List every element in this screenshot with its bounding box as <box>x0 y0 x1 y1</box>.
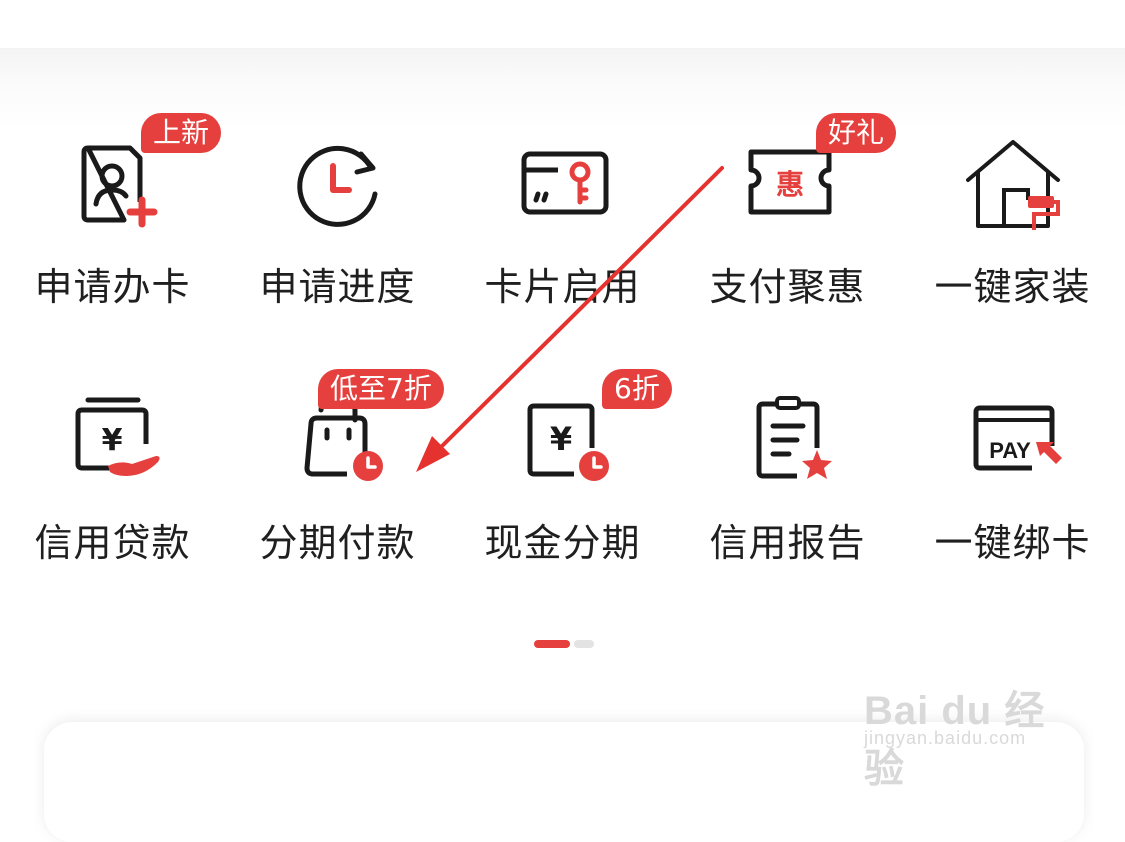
loan-hand-icon: ¥ <box>75 397 160 476</box>
menu-item-label: 申请办卡 <box>34 265 191 309</box>
menu-item-label: 一键绑卡 <box>934 521 1091 565</box>
menu-item-card-activation[interactable]: 卡片启用 <box>450 140 675 370</box>
menu-item-home-decoration[interactable]: 一键家装 <box>900 140 1125 370</box>
top-strip <box>0 0 1125 48</box>
discount-badge: 低至7折 <box>318 369 444 409</box>
menu-item-credit-loan[interactable]: ¥ 信用贷款 <box>0 396 225 626</box>
menu-item-label: 信用报告 <box>709 521 866 565</box>
gift-badge: 好礼 <box>816 113 897 153</box>
menu-item-label: 申请进度 <box>259 265 416 309</box>
menu-item-label: 分期付款 <box>259 521 416 565</box>
menu-item-apply-card[interactable]: 申请办卡 <box>0 140 225 370</box>
menu-item-cash-installment[interactable]: ¥ 现金分期 <box>450 396 675 626</box>
menu-item-credit-report[interactable]: 信用报告 <box>675 396 900 626</box>
house-paint-icon <box>965 140 1060 230</box>
menu-item-label: 卡片启用 <box>484 265 641 309</box>
menu-item-label: 支付聚惠 <box>709 265 866 309</box>
menu-item-label: 一键家装 <box>934 265 1091 309</box>
page-dot-active[interactable] <box>534 640 570 648</box>
pay-text: PAY <box>989 438 1031 463</box>
baidu-watermark: Bai du 经验 jingyan.baidu.com <box>858 656 1068 791</box>
menu-item-payment-deals[interactable]: 惠 支付聚惠 <box>675 140 900 370</box>
discount-badge: 6折 <box>602 369 672 409</box>
new-badge: 上新 <box>141 113 222 153</box>
menu-item-label: 现金分期 <box>484 521 641 565</box>
menu-item-installment-payment[interactable]: 分期付款 <box>225 396 450 626</box>
menu-item-label: 信用贷款 <box>34 521 191 565</box>
report-star-icon <box>756 396 832 479</box>
page-dot[interactable] <box>574 640 594 648</box>
cash-clock-icon: ¥ <box>527 403 609 481</box>
coupon-icon-text: 惠 <box>775 168 803 201</box>
menu-item-bind-card[interactable]: PAY 一键绑卡 <box>900 396 1125 626</box>
card-key-icon <box>521 151 608 215</box>
yuan-symbol: ¥ <box>549 420 571 458</box>
coupon-icon: 惠 <box>748 149 831 215</box>
pay-card-icon: PAY <box>973 405 1062 471</box>
shopping-bag-clock-icon <box>304 397 383 481</box>
watermark-url: jingyan.baidu.com <box>864 728 1027 748</box>
yuan-symbol: ¥ <box>101 423 122 458</box>
menu-item-application-progress[interactable]: 申请进度 <box>225 140 450 370</box>
apply-card-icon <box>81 145 157 228</box>
progress-clock-icon <box>296 145 377 227</box>
